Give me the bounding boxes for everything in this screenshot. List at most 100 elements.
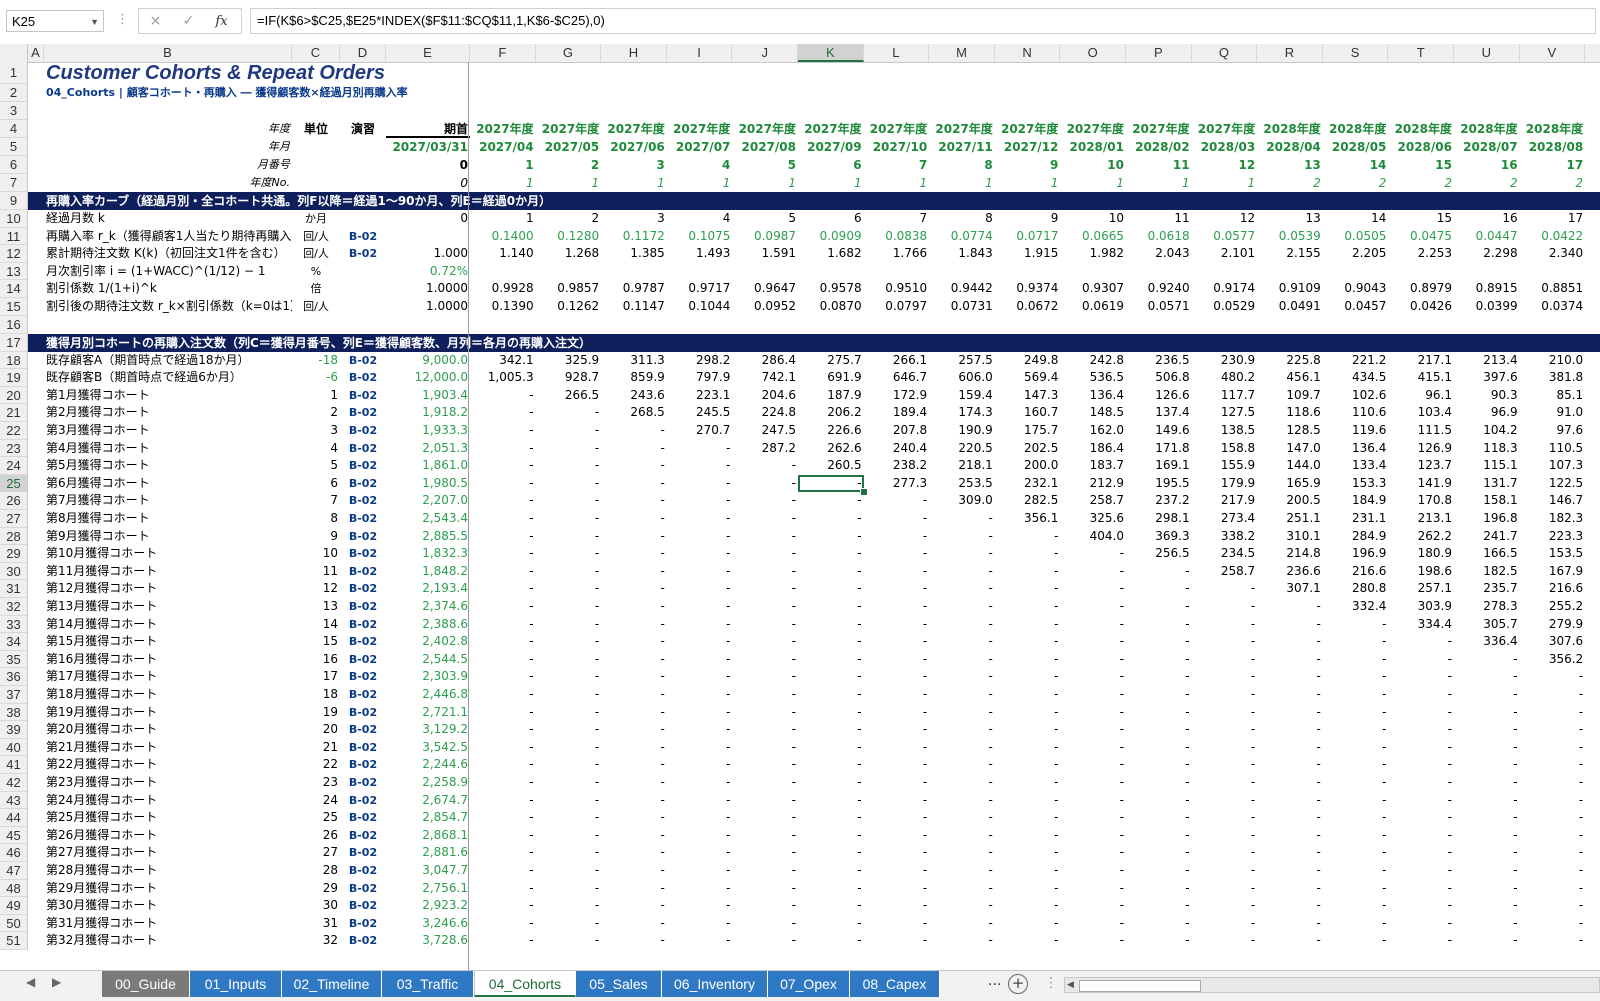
cohort-ref[interactable]: B-02 [340, 827, 386, 845]
cohort-ref[interactable]: B-02 [340, 545, 386, 563]
header-month-value[interactable]: 2027年度 [798, 120, 864, 138]
cohort-value[interactable]: 223.3 [1520, 528, 1586, 546]
cohort-label[interactable]: 第25月獲得コホート [44, 809, 292, 827]
cohort-value[interactable]: - [667, 580, 733, 598]
column-header-q[interactable]: Q [1192, 44, 1258, 62]
cohort-label[interactable]: 第16月獲得コホート [44, 651, 292, 669]
cohort-month[interactable]: 8 [292, 510, 340, 528]
curve-value[interactable]: 0.1390 [470, 298, 536, 316]
curve-value[interactable]: 2.155 [1257, 245, 1323, 263]
header-month-value[interactable]: 2027年度 [995, 120, 1061, 138]
cohort-value[interactable]: 397.6 [1454, 369, 1520, 387]
cohort-value[interactable]: - [601, 422, 667, 440]
cohort-value[interactable]: - [732, 580, 798, 598]
header-month-value[interactable]: 2027年度 [864, 120, 930, 138]
cohort-customers[interactable]: 2,885.5 [386, 528, 470, 546]
selected-cell[interactable] [798, 474, 864, 493]
cohort-value[interactable]: 180.9 [1388, 545, 1454, 563]
cohort-label[interactable]: 第15月獲得コホート [44, 633, 292, 651]
cohort-value[interactable]: - [1520, 704, 1586, 722]
column-header-i[interactable]: I [667, 44, 733, 62]
cohort-value[interactable]: - [798, 598, 864, 616]
cohort-value[interactable]: - [536, 633, 602, 651]
cohort-value[interactable]: - [1126, 633, 1192, 651]
cohort-value[interactable]: - [1520, 756, 1586, 774]
cohort-value[interactable]: - [1388, 897, 1454, 915]
cohort-value[interactable]: - [667, 616, 733, 634]
header-month-value[interactable]: 1 [536, 174, 602, 192]
cohort-value[interactable]: - [536, 598, 602, 616]
cohort-value[interactable]: - [732, 756, 798, 774]
row-header-23[interactable]: 23 [0, 439, 28, 458]
cohort-value[interactable]: - [536, 440, 602, 458]
cohort-value[interactable]: - [798, 721, 864, 739]
curve-value[interactable]: 0.0491 [1257, 298, 1323, 316]
cohort-value[interactable]: - [1520, 739, 1586, 757]
cohort-customers[interactable]: 1,832.3 [386, 545, 470, 563]
cohort-value[interactable]: - [536, 404, 602, 422]
row-header-39[interactable]: 39 [0, 721, 28, 739]
cohort-value[interactable]: 158.8 [1192, 440, 1258, 458]
cohort-value[interactable]: - [667, 633, 733, 651]
curve-value[interactable]: 1.982 [1060, 245, 1126, 263]
cohort-value[interactable]: 137.4 [1126, 404, 1192, 422]
header-month-value[interactable]: 2 [1257, 174, 1323, 192]
cohort-value[interactable]: - [929, 932, 995, 950]
column-header-p[interactable]: P [1126, 44, 1192, 62]
cohort-value[interactable]: - [667, 475, 733, 493]
row-header-27[interactable]: 27 [0, 510, 28, 528]
cohort-value[interactable]: 456.1 [1257, 369, 1323, 387]
cohort-value[interactable]: - [995, 721, 1061, 739]
curve-value[interactable]: 0.1262 [536, 298, 602, 316]
cohort-value[interactable]: 175.7 [995, 422, 1061, 440]
cohort-value[interactable]: 128.5 [1257, 422, 1323, 440]
cohort-value[interactable]: - [601, 580, 667, 598]
cohort-value[interactable]: 155.9 [1192, 457, 1258, 475]
cohort-value[interactable]: - [536, 792, 602, 810]
header-month-value[interactable]: 17 [1520, 156, 1586, 174]
cohort-ref[interactable]: B-02 [340, 686, 386, 704]
cohort-label[interactable]: 第9月獲得コホート [44, 528, 292, 546]
cohort-value[interactable]: - [667, 545, 733, 563]
cohort-value[interactable]: 136.4 [1323, 440, 1389, 458]
cohort-label[interactable]: 第17月獲得コホート [44, 668, 292, 686]
cohort-ref[interactable]: B-02 [340, 739, 386, 757]
curve-value[interactable]: 2.298 [1454, 245, 1520, 263]
cohort-value[interactable]: - [667, 457, 733, 475]
cohort-value[interactable]: 298.1 [1126, 510, 1192, 528]
header-month-value[interactable]: 3 [601, 156, 667, 174]
cohort-value[interactable]: - [798, 510, 864, 528]
cohort-value[interactable]: - [1520, 897, 1586, 915]
row-header-45[interactable]: 45 [0, 826, 28, 845]
cohort-value[interactable]: 255.2 [1520, 598, 1586, 616]
cohort-value[interactable]: - [1454, 932, 1520, 950]
cohort-value[interactable]: 117.7 [1192, 387, 1258, 405]
cohort-value[interactable]: - [601, 915, 667, 933]
cohort-value[interactable]: - [1257, 880, 1323, 898]
cohort-value[interactable]: 262.2 [1388, 528, 1454, 546]
column-header-u[interactable]: U [1454, 44, 1520, 62]
cohort-value[interactable]: 258.7 [1192, 563, 1258, 581]
spreadsheet-grid[interactable]: ABCDEFGHIJKLMNOPQRSTUV 1 Customer Cohorts… [0, 44, 1600, 970]
curve-value[interactable]: 0.0399 [1454, 298, 1520, 316]
cohort-value[interactable]: - [732, 721, 798, 739]
cohort-value[interactable]: - [995, 932, 1061, 950]
column-header-l[interactable]: L [864, 44, 930, 62]
cohort-month[interactable]: 17 [292, 668, 340, 686]
cohort-value[interactable]: - [1520, 844, 1586, 862]
cohort-customers[interactable]: 2,258.9 [386, 774, 470, 792]
cohort-value[interactable]: - [536, 809, 602, 827]
cohort-ref[interactable]: B-02 [340, 528, 386, 546]
cohort-customers[interactable]: 2,446.8 [386, 686, 470, 704]
cohort-value[interactable]: - [1126, 862, 1192, 880]
cohort-label[interactable]: 第1月獲得コホート [44, 387, 292, 405]
cohort-customers[interactable]: 2,868.1 [386, 827, 470, 845]
cohort-value[interactable]: 172.9 [864, 387, 930, 405]
section-header-cohorts[interactable]: 獲得月別コホートの再購入注文数（列C＝獲得月番号、列E＝獲得顧客数、月列＝各月の… [44, 334, 1044, 352]
cohort-value[interactable]: 221.2 [1323, 352, 1389, 370]
cohort-ref[interactable]: B-02 [340, 756, 386, 774]
cohort-value[interactable]: - [1126, 756, 1192, 774]
cohort-value[interactable]: 569.4 [995, 369, 1061, 387]
cohort-value[interactable]: - [536, 580, 602, 598]
cohort-value[interactable]: - [1454, 721, 1520, 739]
